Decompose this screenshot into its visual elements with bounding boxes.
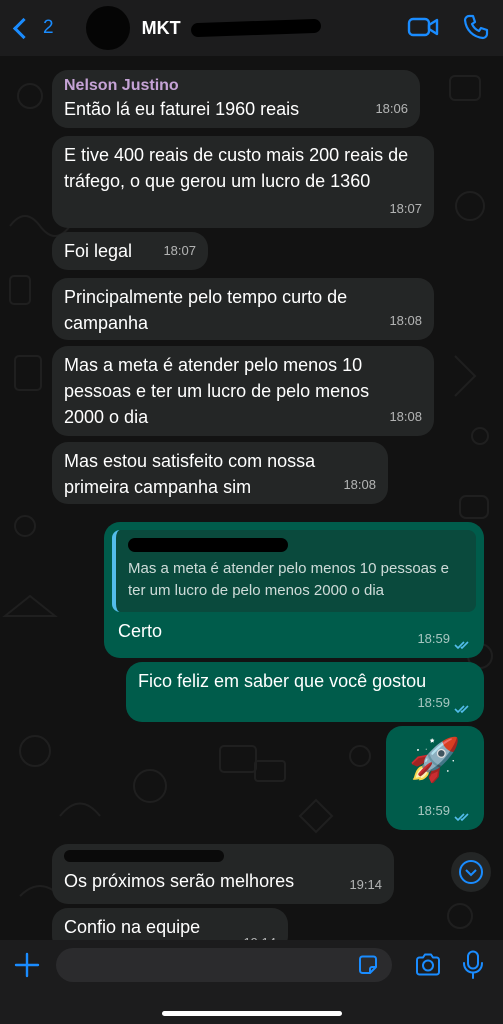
- double-check-icon: [454, 641, 469, 650]
- message-time: 18:59: [417, 695, 450, 710]
- message-bubble[interactable]: Confio na equipe 19:14: [52, 908, 288, 940]
- double-check-icon: [454, 813, 469, 822]
- message-list[interactable]: Nelson Justino Então lá eu faturei 1960 …: [0, 56, 503, 940]
- message-time: 18:08: [343, 477, 376, 492]
- chat-title: MKT: [141, 17, 181, 38]
- phone-call-icon[interactable]: [463, 14, 489, 40]
- message-time: 18:07: [163, 243, 196, 258]
- message-time: 18:06: [375, 101, 408, 116]
- composer-bar: [0, 940, 503, 1024]
- redacted-sender-name: [64, 850, 224, 862]
- double-check-icon: [454, 705, 469, 714]
- message-bubble[interactable]: Nelson Justino Então lá eu faturei 1960 …: [52, 70, 420, 128]
- message-bubble[interactable]: Principalmente pelo tempo curto de campa…: [52, 278, 434, 340]
- scroll-to-bottom-button[interactable]: [451, 852, 491, 892]
- message-time: 18:59: [417, 803, 450, 818]
- chevron-left-icon: [12, 17, 35, 39]
- message-time: 18:08: [389, 409, 422, 424]
- message-bubble[interactable]: Fico feliz em saber que você gostou 18:5…: [126, 662, 484, 722]
- redacted-quote-sender: [128, 538, 288, 552]
- message-time: 19:14: [349, 877, 382, 892]
- redacted-title: [190, 18, 321, 38]
- message-bubble[interactable]: Mas a meta é atender pelo menos 10 pesso…: [52, 346, 434, 436]
- sticker-icon[interactable]: [356, 953, 380, 977]
- message-time: 19:14: [243, 930, 276, 940]
- quoted-message[interactable]: Mas a meta é atender pelo menos 10 pesso…: [112, 530, 476, 612]
- plus-icon[interactable]: [14, 952, 40, 978]
- message-bubble[interactable]: Os próximos serão melhores 19:14: [52, 844, 394, 904]
- video-call-icon[interactable]: [407, 14, 439, 40]
- back-button[interactable]: 2: [10, 17, 54, 39]
- quoted-text: Mas a meta é atender pelo menos 10 pesso…: [128, 560, 450, 599]
- message-input[interactable]: [56, 948, 392, 982]
- message-bubble[interactable]: Mas estou satisfeito com nossa primeira …: [52, 442, 388, 504]
- message-bubble-emoji[interactable]: 🚀 18:59: [386, 726, 484, 830]
- rocket-emoji: 🚀: [408, 736, 462, 783]
- unread-count: 2: [43, 17, 54, 38]
- avatar[interactable]: [85, 6, 130, 50]
- message-bubble[interactable]: E tive 400 reais de custo mais 200 reais…: [52, 136, 434, 228]
- message-bubble-reply[interactable]: Mas a meta é atender pelo menos 10 pesso…: [104, 522, 484, 658]
- message-text: E tive 400 reais de custo mais 200 reais…: [64, 145, 409, 191]
- whatsapp-chat-screen: 2 MKT Nelson Justino Então lá eu faturei…: [0, 0, 503, 1024]
- chevron-down-icon: [459, 860, 483, 884]
- message-time: 18:08: [389, 313, 422, 328]
- sender-name: Nelson Justino: [64, 77, 179, 94]
- message-bubble[interactable]: Foi legal 18:07: [52, 232, 208, 270]
- message-text: Mas a meta é atender pelo menos 10 pesso…: [64, 355, 370, 427]
- message-text: Principalmente pelo tempo curto de campa…: [64, 287, 348, 333]
- home-indicator: [162, 1011, 342, 1016]
- message-text: Os próximos serão melhores: [64, 871, 295, 891]
- message-time: 18:07: [389, 201, 422, 216]
- chat-title-area[interactable]: MKT: [142, 18, 321, 39]
- message-text: Mas estou satisfeito com nossa primeira …: [64, 451, 316, 497]
- message-time: 18:59: [417, 631, 450, 646]
- microphone-icon[interactable]: [462, 950, 484, 980]
- chat-header: 2 MKT: [0, 0, 503, 56]
- message-text: Então lá eu faturei 1960 reais: [64, 99, 300, 119]
- camera-icon[interactable]: [414, 952, 442, 978]
